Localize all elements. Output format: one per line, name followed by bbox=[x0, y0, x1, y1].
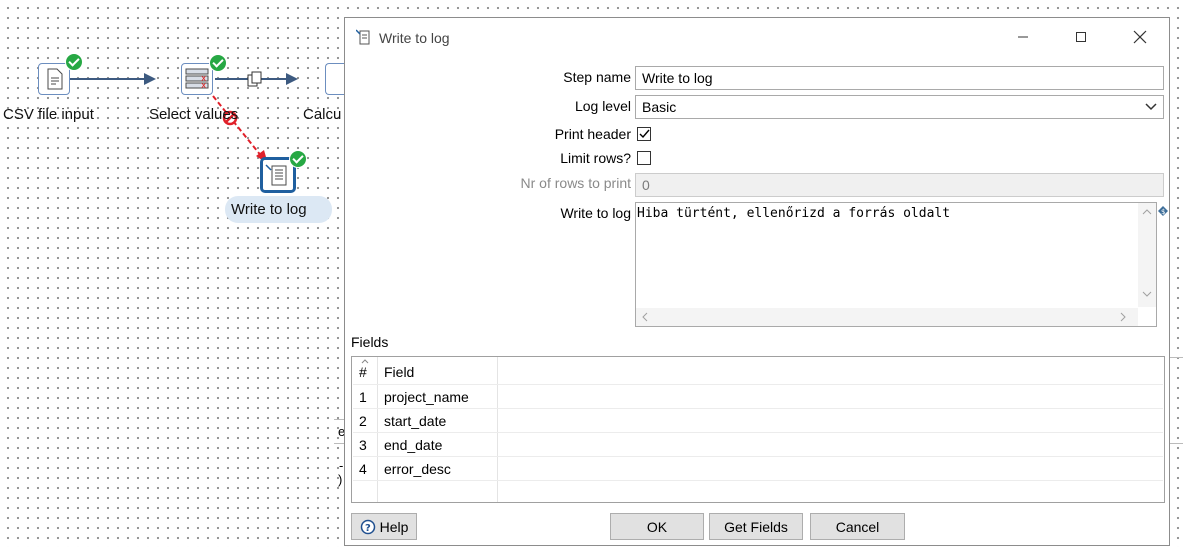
select-values-icon: xx bbox=[185, 68, 209, 91]
log-level-select[interactable]: Basic bbox=[635, 95, 1164, 119]
field-cell[interactable]: start_date bbox=[384, 413, 446, 429]
field-cell[interactable]: project_name bbox=[384, 389, 469, 405]
step-name-label: Step name bbox=[563, 69, 631, 85]
scroll-left-icon[interactable] bbox=[642, 312, 648, 322]
nr-rows-input: 0 bbox=[635, 173, 1164, 197]
close-button[interactable] bbox=[1117, 18, 1163, 56]
minimize-button[interactable] bbox=[1000, 18, 1046, 56]
row-divider bbox=[353, 456, 1163, 457]
svg-text:x: x bbox=[201, 81, 207, 91]
ok-button[interactable]: OK bbox=[610, 513, 704, 540]
row-number: 1 bbox=[359, 389, 367, 405]
print-header-checkbox[interactable] bbox=[637, 127, 651, 141]
background-panel-line bbox=[1170, 357, 1183, 358]
row-number: 4 bbox=[359, 461, 367, 477]
row-divider bbox=[353, 408, 1163, 409]
step-calculator[interactable] bbox=[325, 63, 344, 95]
scroll-up-icon[interactable] bbox=[1142, 209, 1152, 215]
field-cell[interactable]: end_date bbox=[384, 437, 442, 453]
print-header-label: Print header bbox=[554, 126, 631, 142]
row-divider bbox=[353, 480, 1163, 481]
step-csv-file-input[interactable] bbox=[38, 63, 70, 95]
background-panel-line bbox=[334, 419, 344, 420]
step-ok-badge bbox=[289, 150, 307, 168]
background-panel-text: - bbox=[339, 458, 344, 473]
log-level-label: Log level bbox=[574, 98, 631, 114]
background-panel-line bbox=[1170, 443, 1183, 444]
write-to-log-dialog: Write to log Step name Write to log Log … bbox=[344, 17, 1170, 546]
variable-substitution-icon: $ bbox=[1158, 203, 1168, 216]
step-label: Calcu bbox=[303, 106, 342, 123]
write-to-log-label: Write to log bbox=[560, 205, 631, 221]
svg-text:?: ? bbox=[365, 523, 371, 534]
fields-table[interactable]: # Field 1 project_name 2 start_date 3 en… bbox=[351, 356, 1165, 503]
write-log-icon bbox=[265, 164, 287, 186]
help-button[interactable]: ? Help bbox=[351, 513, 417, 540]
step-name-input[interactable]: Write to log bbox=[635, 66, 1164, 90]
file-input-icon bbox=[47, 68, 63, 90]
step-label: Select values bbox=[149, 106, 239, 123]
checkmark-icon bbox=[639, 129, 650, 139]
fields-label: Fields bbox=[351, 334, 389, 350]
scroll-down-icon[interactable] bbox=[1142, 291, 1152, 297]
limit-rows-checkbox[interactable] bbox=[637, 151, 651, 165]
step-label: CSV file input bbox=[3, 106, 94, 123]
chevron-down-icon bbox=[1145, 103, 1157, 111]
horizontal-scrollbar[interactable] bbox=[636, 308, 1138, 326]
background-panel-line bbox=[334, 443, 344, 444]
svg-text:$: $ bbox=[1161, 208, 1165, 216]
close-icon bbox=[1133, 30, 1147, 44]
nr-rows-label: Nr of rows to print bbox=[520, 175, 631, 191]
maximize-button[interactable] bbox=[1058, 18, 1104, 56]
row-number: 3 bbox=[359, 437, 367, 453]
row-divider bbox=[353, 432, 1163, 433]
column-header-number[interactable]: # bbox=[359, 364, 367, 380]
get-fields-button[interactable]: Get Fields bbox=[709, 513, 803, 540]
step-ok-badge bbox=[65, 53, 83, 71]
column-header-field[interactable]: Field bbox=[384, 364, 414, 380]
dialog-title: Write to log bbox=[379, 30, 450, 46]
hop-arrowhead bbox=[286, 73, 298, 85]
row-number: 2 bbox=[359, 413, 367, 429]
background-panel-text: ) bbox=[338, 472, 343, 487]
write-log-icon bbox=[355, 29, 370, 45]
step-select-values[interactable]: xx bbox=[181, 63, 213, 95]
write-to-log-text: Hiba türtént, ellenőrizd a forrás oldalt bbox=[637, 206, 951, 221]
limit-rows-label: Limit rows? bbox=[560, 150, 631, 166]
field-cell[interactable]: error_desc bbox=[384, 461, 451, 477]
hop-arrowhead bbox=[144, 73, 156, 85]
copy-rows-icon bbox=[247, 71, 263, 87]
row-divider bbox=[353, 384, 1163, 385]
write-to-log-textarea[interactable]: Hiba türtént, ellenőrizd a forrás oldalt bbox=[635, 202, 1157, 327]
help-button-label: Help bbox=[379, 518, 409, 535]
maximize-icon bbox=[1076, 32, 1086, 42]
transformation-canvas[interactable]: CSV file input xx Select values Calcu Wr… bbox=[0, 0, 345, 547]
help-icon: ? bbox=[360, 519, 375, 534]
step-label: Write to log bbox=[231, 201, 307, 218]
log-level-value: Basic bbox=[642, 99, 677, 115]
vertical-scrollbar[interactable] bbox=[1138, 203, 1156, 307]
cancel-button[interactable]: Cancel bbox=[810, 513, 905, 540]
dialog-title-bar[interactable]: Write to log bbox=[345, 18, 1169, 56]
minimize-icon bbox=[1018, 36, 1028, 38]
step-ok-badge bbox=[209, 54, 227, 72]
scroll-right-icon[interactable] bbox=[1120, 312, 1126, 322]
